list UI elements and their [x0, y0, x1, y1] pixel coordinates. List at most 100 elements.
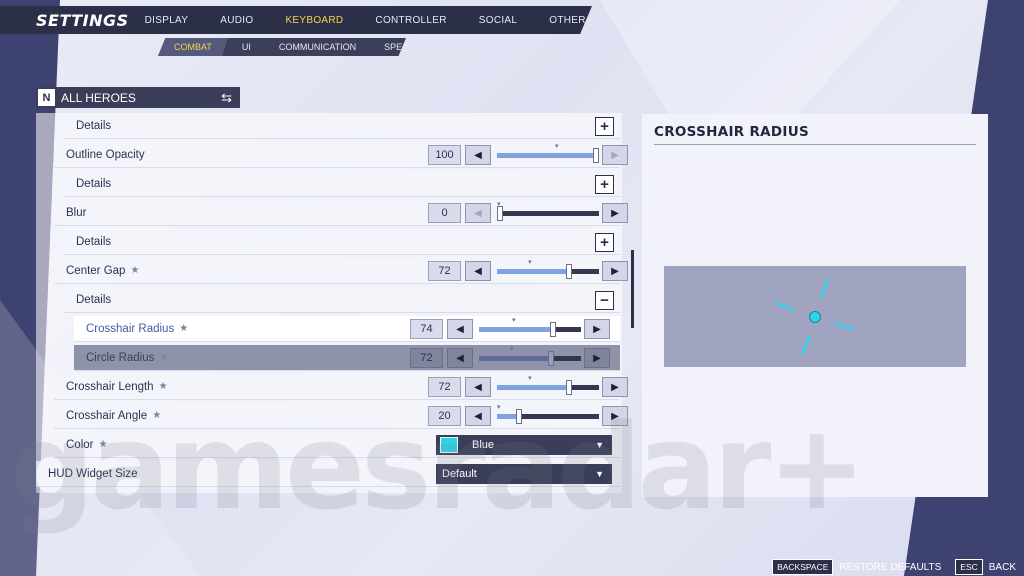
expand-plus-icon[interactable]: +: [595, 117, 614, 136]
slider-fill: [497, 153, 596, 158]
collapse-minus-icon[interactable]: −: [595, 291, 614, 310]
value-field[interactable]: 72: [428, 261, 461, 281]
star-icon: ★: [158, 381, 168, 392]
dropdown-value: Blue: [472, 439, 495, 451]
setting-label-text: Color: [66, 438, 94, 451]
scrollbar[interactable]: [631, 250, 634, 328]
decrease-button[interactable]: ◀: [447, 348, 473, 368]
setting-row-crosshair-length: Crosshair Length ★ 72 ◀ ▾ ▶: [54, 374, 628, 400]
setting-row-crosshair-radius: Crosshair Radius ★ 74 ◀ ▾ ▶: [74, 316, 620, 342]
default-marker-icon: ▾: [512, 317, 516, 324]
preview-title: CROSSHAIR RADIUS: [654, 124, 810, 140]
star-icon: ★: [179, 323, 189, 334]
subtab-spectating[interactable]: SPECTATING: [370, 38, 406, 56]
slider-track[interactable]: ▾: [497, 259, 599, 279]
setting-label-text: Crosshair Angle: [66, 409, 148, 422]
value-field[interactable]: 0: [428, 203, 461, 223]
tab-audio[interactable]: AUDIO: [204, 15, 269, 26]
slider-thumb[interactable]: [566, 380, 573, 395]
slider-track[interactable]: ▾: [479, 317, 581, 337]
slider-track[interactable]: ▾: [479, 346, 581, 366]
tab-social[interactable]: SOCIAL: [463, 15, 533, 26]
default-marker-icon: ▾: [555, 143, 559, 150]
default-marker-icon: ▾: [528, 375, 532, 382]
divider: [654, 144, 976, 145]
color-dropdown[interactable]: Blue ▼: [436, 435, 612, 455]
esc-key[interactable]: ESC: [955, 559, 983, 575]
details-label: Details: [76, 119, 112, 132]
star-icon: ★: [130, 265, 140, 276]
decrease-button[interactable]: ◀: [465, 145, 491, 165]
decrease-button[interactable]: ◀: [447, 319, 473, 339]
details-row[interactable]: Details +: [64, 171, 620, 197]
chevron-down-icon: ▼: [595, 440, 604, 450]
slider-fill: [479, 356, 552, 361]
value-field[interactable]: 72: [410, 348, 443, 368]
increase-button[interactable]: ▶: [602, 145, 628, 165]
slider-thumb[interactable]: [548, 351, 555, 366]
setting-row-circle-radius: Circle Radius ★ 72 ◀ ▾ ▶: [74, 345, 620, 371]
value-field[interactable]: 72: [428, 377, 461, 397]
details-row-expanded[interactable]: Details −: [64, 287, 620, 313]
subtab-combat[interactable]: COMBAT: [158, 38, 228, 56]
decrease-button[interactable]: ◀: [465, 377, 491, 397]
subtab-ui[interactable]: UI: [228, 38, 265, 56]
backspace-key[interactable]: BACKSPACE: [772, 559, 834, 575]
subtab-communication[interactable]: COMMUNICATION: [265, 38, 370, 56]
slider-track[interactable]: ▾: [497, 201, 599, 221]
details-label: Details: [76, 235, 112, 248]
top-nav-bar: SETTINGS DISPLAY AUDIO KEYBOARD CONTROLL…: [0, 6, 592, 34]
sub-tabs: COMBAT UI COMMUNICATION SPECTATING: [158, 38, 406, 56]
decrease-button[interactable]: ◀: [465, 406, 491, 426]
value-field[interactable]: 100: [428, 145, 461, 165]
tab-keyboard[interactable]: KEYBOARD: [269, 15, 359, 26]
hero-selector-label: ALL HEROES: [61, 90, 136, 105]
increase-button[interactable]: ▶: [584, 348, 610, 368]
preview-panel: CROSSHAIR RADIUS: [642, 114, 988, 497]
increase-button[interactable]: ▶: [602, 203, 628, 223]
back-button[interactable]: BACK: [989, 562, 1016, 573]
hero-selector[interactable]: N ALL HEROES ⇆: [36, 87, 240, 108]
slider-thumb[interactable]: [550, 322, 557, 337]
swap-icon[interactable]: ⇆: [221, 90, 232, 106]
default-marker-icon: ▾: [528, 259, 532, 266]
dropdown-value: Default: [442, 468, 477, 480]
increase-button[interactable]: ▶: [584, 319, 610, 339]
decrease-button[interactable]: ◀: [465, 203, 491, 223]
increase-button[interactable]: ▶: [602, 261, 628, 281]
slider-track[interactable]: ▾: [497, 404, 599, 424]
value-field[interactable]: 20: [428, 406, 461, 426]
decrease-button[interactable]: ◀: [465, 261, 491, 281]
tab-controller[interactable]: CONTROLLER: [359, 15, 462, 26]
game-logo-icon: N: [38, 89, 55, 106]
increase-button[interactable]: ▶: [602, 377, 628, 397]
tab-other[interactable]: OTHER: [533, 15, 592, 26]
details-row[interactable]: Details +: [64, 229, 620, 255]
star-icon: ★: [98, 439, 108, 450]
value-field[interactable]: 74: [410, 319, 443, 339]
increase-button[interactable]: ▶: [602, 406, 628, 426]
star-icon: ★: [159, 352, 169, 363]
slider-thumb[interactable]: [497, 206, 503, 221]
slider-track[interactable]: ▾: [497, 143, 599, 163]
details-row[interactable]: Details +: [64, 113, 620, 139]
expand-plus-icon[interactable]: +: [595, 175, 614, 194]
setting-row-hud-widget-size: HUD Widget Size Default ▼: [36, 461, 620, 487]
expand-plus-icon[interactable]: +: [595, 233, 614, 252]
hud-widget-size-dropdown[interactable]: Default ▼: [436, 464, 612, 484]
slider-thumb[interactable]: [566, 264, 573, 279]
setting-row-crosshair-angle: Crosshair Angle ★ 20 ◀ ▾ ▶: [54, 403, 628, 429]
default-marker-icon: ▾: [510, 346, 514, 353]
setting-label-text: Crosshair Length: [66, 380, 154, 393]
setting-label-text: Crosshair Radius: [86, 322, 175, 335]
page-title: SETTINGS: [36, 10, 129, 30]
slider-thumb[interactable]: [516, 409, 523, 424]
crosshair-preview: [664, 266, 966, 367]
restore-defaults-button[interactable]: RESTORE DEFAULTS: [839, 562, 941, 573]
slider-track[interactable]: ▾: [497, 375, 599, 395]
crosshair-icon: [775, 278, 855, 355]
setting-row-outline-opacity: Outline Opacity 100 ◀ ▾ ▶: [54, 142, 628, 168]
details-label: Details: [76, 293, 112, 306]
tab-display[interactable]: DISPLAY: [129, 15, 205, 26]
slider-thumb[interactable]: [593, 148, 599, 163]
